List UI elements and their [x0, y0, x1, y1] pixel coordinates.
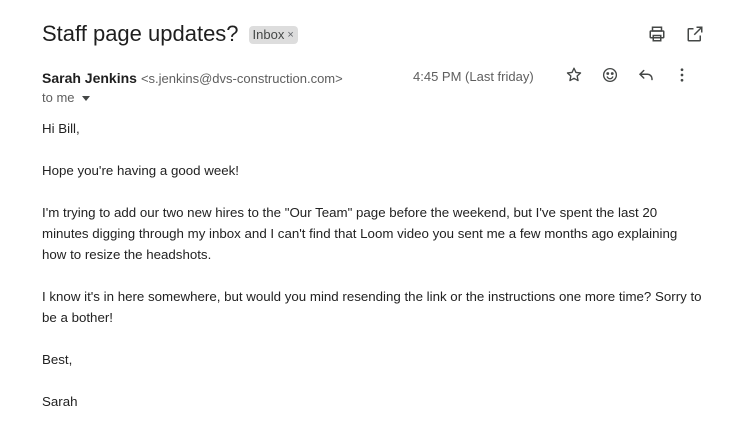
body-paragraph-1: Hope you're having a good week! — [42, 163, 239, 178]
emoji-icon[interactable] — [600, 65, 620, 85]
reply-icon[interactable] — [636, 65, 656, 85]
message-body: Hi Bill, Hope you're having a good week!… — [42, 118, 702, 433]
label-text: Inbox — [252, 27, 285, 42]
message-actions — [564, 65, 692, 85]
body-paragraph-3: I know it's in here somewhere, but would… — [42, 289, 702, 325]
signature: Sarah — [42, 394, 78, 409]
signoff: Best, — [42, 352, 73, 367]
email-subject: Staff page updates? — [42, 21, 239, 46]
chevron-down-icon — [81, 95, 90, 101]
star-icon[interactable] — [564, 65, 584, 85]
recipient-details-toggle[interactable]: to me — [42, 90, 90, 105]
body-paragraph-2: I'm trying to add our two new hires to t… — [42, 205, 678, 262]
message-timestamp: 4:45 PM (Last friday) — [413, 69, 534, 84]
remove-label-button[interactable]: × — [287, 29, 293, 41]
print-icon[interactable] — [647, 24, 667, 44]
more-vertical-icon[interactable] — [672, 65, 692, 85]
recipient-text: to me — [42, 90, 75, 105]
thread-actions — [647, 24, 705, 44]
inbox-label-chip[interactable]: Inbox × — [248, 26, 298, 44]
greeting: Hi Bill, — [42, 121, 80, 136]
sender-email: <s.jenkins@dvs-construction.com> — [140, 70, 343, 86]
open-in-new-window-icon[interactable] — [685, 24, 705, 44]
sender-name[interactable]: Sarah Jenkins — [42, 70, 137, 86]
sender-row: Sarah Jenkins <s.jenkins@dvs-constructio… — [42, 65, 713, 88]
subject-row: Staff page updates? Inbox × — [42, 18, 713, 50]
